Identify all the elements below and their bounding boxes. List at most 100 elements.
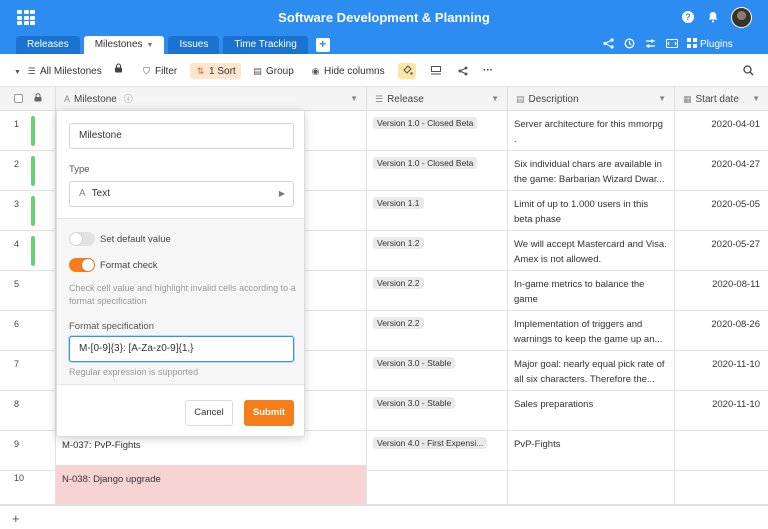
tab-time-tracking[interactable]: Time Tracking bbox=[223, 36, 308, 54]
chevron-down-icon[interactable]: ▼ bbox=[491, 87, 499, 111]
release-link-pill[interactable]: Version 3.0 - Stable bbox=[373, 357, 456, 369]
tab-issues[interactable]: Issues bbox=[168, 36, 220, 54]
release-cell[interactable]: Version 1.0 - Closed Beta bbox=[367, 111, 508, 150]
add-row-icon[interactable]: + bbox=[12, 511, 20, 526]
format-spec-input[interactable]: M-[0-9]{3}: [A-Za-z0-9]{1,} bbox=[69, 336, 294, 362]
long-text-icon: ▤ bbox=[516, 94, 525, 104]
start-date-cell[interactable]: 2020-04-27 bbox=[675, 151, 768, 190]
description-text: In-game metrics to balance the game bbox=[514, 279, 645, 305]
share-view-icon[interactable] bbox=[458, 63, 468, 79]
column-name-input[interactable]: Milestone bbox=[69, 123, 294, 149]
description-cell[interactable] bbox=[508, 465, 675, 504]
lock-icon[interactable] bbox=[34, 87, 42, 111]
cancel-button[interactable]: Cancel bbox=[185, 400, 233, 426]
row-number-text: 8 bbox=[14, 399, 20, 409]
column-type-value: Text bbox=[91, 188, 111, 199]
row-number: 5 bbox=[0, 271, 56, 310]
row-number: 3 bbox=[0, 191, 56, 230]
settings-sliders-icon[interactable] bbox=[645, 38, 656, 53]
release-cell[interactable]: Version 3.0 - Stable bbox=[367, 351, 508, 390]
tab-releases[interactable]: Releases bbox=[16, 36, 80, 54]
help-icon[interactable]: ? bbox=[682, 11, 694, 23]
lock-icon[interactable] bbox=[114, 63, 123, 79]
release-cell[interactable]: Version 1.1 bbox=[367, 191, 508, 230]
row-height-icon[interactable] bbox=[431, 63, 441, 79]
bell-icon[interactable] bbox=[707, 11, 719, 23]
column-header-description[interactable]: ▤ Description ▼ bbox=[508, 87, 675, 111]
format-check-help: Check cell value and highlight invalid c… bbox=[69, 283, 296, 306]
start-date-cell[interactable]: 2020-08-11 bbox=[675, 271, 768, 310]
release-cell[interactable]: Version 3.0 - Stable bbox=[367, 391, 508, 430]
start-date-cell[interactable]: 2020-11-10 bbox=[675, 391, 768, 430]
description-cell[interactable]: We will accept Mastercard and Visa. Amex… bbox=[508, 231, 675, 270]
start-date-cell[interactable]: 2020-05-05 bbox=[675, 191, 768, 230]
add-row-bar: + bbox=[0, 505, 768, 529]
toggle-knob bbox=[82, 259, 94, 271]
start-date-cell[interactable]: 2020-11-10 bbox=[675, 351, 768, 390]
column-header-start-date[interactable]: ▦ Start date ▼ bbox=[675, 87, 768, 111]
chevron-down-icon[interactable]: ▼ bbox=[147, 42, 154, 49]
user-avatar[interactable] bbox=[731, 7, 752, 28]
release-link-pill[interactable]: Version 4.0 - First Expensi... bbox=[373, 437, 488, 449]
sort-button[interactable]: ⇅ 1 Sort bbox=[190, 63, 241, 79]
release-cell[interactable]: Version 1.0 - Closed Beta bbox=[367, 151, 508, 190]
description-cell[interactable]: Sales preparations bbox=[508, 391, 675, 430]
start-date-cell[interactable]: 2020-05-27 bbox=[675, 231, 768, 270]
row-number-text: 10 bbox=[14, 473, 25, 483]
view-selector[interactable]: ▼ ☰ All Milestones bbox=[12, 63, 102, 79]
description-cell[interactable]: Major goal: nearly equal pick rate of al… bbox=[508, 351, 675, 390]
description-cell[interactable]: Implementation of triggers and warnings … bbox=[508, 311, 675, 350]
release-link-pill[interactable]: Version 1.0 - Closed Beta bbox=[373, 117, 478, 129]
start-date-cell[interactable]: 2020-04-01 bbox=[675, 111, 768, 150]
description-cell[interactable]: Server architecture for this mmorpg . bbox=[508, 111, 675, 150]
start-date-cell[interactable] bbox=[675, 465, 768, 504]
history-icon[interactable] bbox=[624, 38, 635, 53]
plugins-button[interactable]: Plugins bbox=[687, 38, 733, 52]
row-marker bbox=[31, 196, 35, 226]
default-value-toggle[interactable] bbox=[69, 232, 95, 246]
start-date-cell[interactable]: 2020-08-26 bbox=[675, 311, 768, 350]
release-link-pill[interactable]: Version 1.0 - Closed Beta bbox=[373, 157, 478, 169]
column-type-select[interactable]: A Text ▶ bbox=[69, 181, 294, 207]
more-options-icon[interactable]: ··· bbox=[483, 63, 493, 79]
chevron-down-icon[interactable]: ▼ bbox=[752, 87, 760, 111]
format-check-toggle[interactable] bbox=[69, 258, 95, 272]
list-icon: ☰ bbox=[27, 66, 36, 76]
column-settings-popup: Milestone Type A Text ▶ Set default value… bbox=[56, 110, 305, 437]
view-label: All Milestones bbox=[40, 66, 102, 77]
hide-columns-label: Hide columns bbox=[324, 66, 385, 77]
api-icon[interactable] bbox=[665, 38, 679, 53]
release-cell[interactable]: Version 2.2 bbox=[367, 271, 508, 310]
description-cell[interactable]: Six individual chars are available in th… bbox=[508, 151, 675, 190]
header-row: A Milestone ⓘ ▼ ☰ Release ▼ ▤ Description ▼… bbox=[0, 87, 768, 111]
release-link-pill[interactable]: Version 1.2 bbox=[373, 237, 424, 249]
submit-button[interactable]: Submit bbox=[244, 400, 294, 426]
description-cell[interactable]: Limit of up to 1.000 users in this beta … bbox=[508, 191, 675, 230]
column-label: Start date bbox=[695, 94, 739, 105]
select-all-checkbox[interactable] bbox=[14, 94, 23, 103]
milestone-cell-invalid[interactable]: N-038: Django upgrade bbox=[56, 465, 367, 504]
column-header-release[interactable]: ☰ Release ▼ bbox=[367, 87, 508, 111]
hide-columns-button[interactable]: ◉ Hide columns bbox=[310, 63, 385, 79]
release-cell[interactable]: Version 1.2 bbox=[367, 231, 508, 270]
column-header-milestone[interactable]: A Milestone ⓘ ▼ bbox=[56, 87, 367, 111]
paint-bucket-icon[interactable] bbox=[398, 63, 416, 79]
release-cell[interactable]: Version 2.2 bbox=[367, 311, 508, 350]
description-cell[interactable]: In-game metrics to balance the game bbox=[508, 271, 675, 310]
share-icon[interactable] bbox=[603, 38, 614, 53]
row-number-text: 1 bbox=[14, 119, 20, 129]
release-link-pill[interactable]: Version 2.2 bbox=[373, 277, 424, 289]
tab-milestones[interactable]: Milestones ▼ bbox=[83, 36, 165, 54]
release-cell[interactable] bbox=[367, 465, 508, 504]
description-text: Implementation of triggers and warnings … bbox=[514, 319, 663, 345]
chevron-down-icon[interactable]: ▼ bbox=[350, 87, 358, 111]
add-table-button[interactable]: + bbox=[315, 38, 330, 52]
release-link-pill[interactable]: Version 2.2 bbox=[373, 317, 424, 329]
search-icon[interactable] bbox=[743, 63, 754, 79]
group-button[interactable]: ▤ Group bbox=[252, 63, 294, 79]
release-link-pill[interactable]: Version 1.1 bbox=[373, 197, 424, 209]
filter-button[interactable]: ⛉ Filter bbox=[141, 63, 177, 79]
chevron-down-icon[interactable]: ▼ bbox=[658, 87, 666, 111]
table-row[interactable]: 10 N-038: Django upgrade bbox=[0, 465, 768, 505]
release-link-pill[interactable]: Version 3.0 - Stable bbox=[373, 397, 456, 409]
